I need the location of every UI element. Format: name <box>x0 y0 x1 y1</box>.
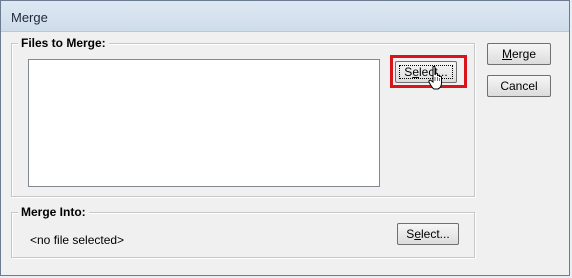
merge-label-accel: M <box>501 47 512 61</box>
select-target-label-accel: e <box>414 227 421 241</box>
select-target-label-post: lect... <box>421 227 450 241</box>
hand-pointer-icon <box>428 66 442 90</box>
merge-label-post: erge <box>511 47 537 61</box>
files-listbox[interactable] <box>28 59 380 187</box>
select-target-button[interactable]: Select... <box>397 223 459 245</box>
merge-into-value: <no file selected> <box>30 233 125 247</box>
merge-dialog: Merge Files to Merge: Select... Merge In… <box>0 0 570 276</box>
merge-into-legend: Merge Into: <box>18 205 89 219</box>
cancel-button[interactable]: Cancel <box>487 75 551 97</box>
window-title: Merge <box>11 10 48 25</box>
files-to-merge-legend: Files to Merge: <box>18 36 109 50</box>
merge-button[interactable]: Merge <box>487 43 551 65</box>
focus-rectangle <box>399 65 453 79</box>
title-bar: Merge <box>1 1 569 32</box>
select-files-button[interactable]: Select... <box>395 61 457 83</box>
